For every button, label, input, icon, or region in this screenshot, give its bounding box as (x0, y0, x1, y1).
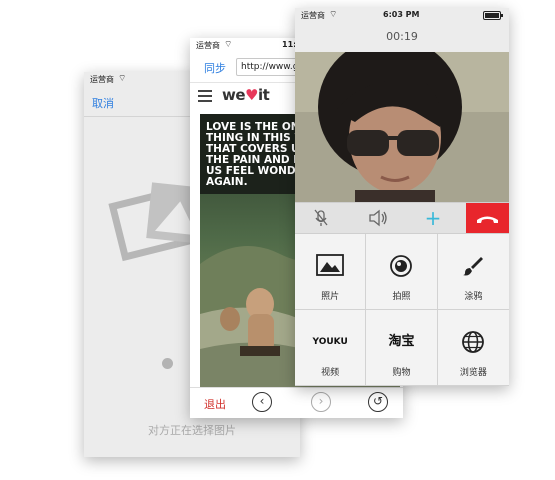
home-indicator-dot (162, 358, 173, 369)
exit-button[interactable]: 退出 (204, 396, 226, 412)
add-icon[interactable]: + (423, 203, 443, 233)
call-controls: + (295, 202, 509, 234)
call-timer: 00:19 (386, 30, 418, 43)
pin-quote-text: LOVE IS THE ON THING IN THIS W THAT COVE… (206, 122, 306, 188)
logo-text-left: we (222, 86, 246, 104)
grid-item-label: 浏览器 (459, 368, 487, 378)
grid-item-label: 视频 (321, 368, 340, 378)
wifi-icon: ⌔ (224, 40, 233, 50)
video-frame (295, 52, 509, 202)
site-logo[interactable]: we♥it (222, 86, 270, 104)
battery-icon (483, 11, 503, 20)
wifi-icon: ⌔ (118, 74, 127, 84)
carrier-label: 运营商 (90, 75, 114, 84)
grid-item-shopping[interactable]: 淘宝 购物 (366, 310, 438, 386)
globe-icon (462, 331, 485, 353)
grid-item-photos[interactable]: 照片 (295, 234, 367, 310)
quote-line: AGAIN. (206, 176, 248, 188)
grid-item-doodle[interactable]: 涂鸦 (437, 234, 509, 310)
logo-text-right: it (257, 86, 270, 104)
waiting-text: 对方正在选择图片 (148, 424, 236, 437)
cancel-button[interactable]: 取消 (92, 95, 114, 111)
sync-button[interactable]: 同步 (204, 60, 226, 76)
back-arrow-icon[interactable]: ‹ (252, 392, 272, 412)
hangup-button[interactable] (466, 203, 509, 233)
clock-label: 6:03 PM (383, 10, 420, 19)
menu-icon[interactable] (198, 90, 212, 102)
video-feed (295, 52, 509, 202)
call-header: 00:19 (295, 22, 509, 52)
youku-icon: YOUKU (312, 337, 348, 347)
history-icon[interactable]: ↺ (368, 392, 388, 412)
feature-grid: 照片 拍照 涂鸦 YOUKU 视频 淘宝 购物 浏览器 (295, 234, 509, 386)
hangup-phone-icon (477, 216, 498, 223)
status-bar: 运营商 ⌔ 6:03 PM (295, 8, 509, 22)
grid-item-label: 涂鸦 (464, 292, 483, 302)
phone-front: 运营商 ⌔ 6:03 PM 00:19 + 照片 拍照 涂鸦 YOUKU 视频 … (295, 8, 509, 386)
carrier-label: 运营商 (196, 41, 220, 50)
carrier-label: 运营商 (301, 11, 325, 20)
heart-icon: ♥ (245, 86, 258, 104)
taobao-icon: 淘宝 (388, 334, 415, 349)
browser-bottom-bar: 退出 ‹ › ↺ (190, 387, 403, 418)
picture-icon (316, 254, 345, 276)
grid-item-label: 照片 (321, 292, 340, 302)
grid-item-label: 拍照 (392, 292, 411, 302)
wifi-icon: ⌔ (329, 10, 338, 20)
camera-icon (390, 255, 413, 277)
mute-mic-icon[interactable] (311, 203, 331, 233)
brush-icon (463, 257, 484, 276)
grid-item-browser[interactable]: 浏览器 (437, 310, 509, 386)
speaker-icon[interactable] (367, 203, 389, 233)
grid-item-video[interactable]: YOUKU 视频 (295, 310, 367, 386)
forward-arrow-icon[interactable]: › (311, 392, 331, 412)
grid-item-label: 购物 (392, 368, 411, 378)
grid-item-camera[interactable]: 拍照 (366, 234, 438, 310)
